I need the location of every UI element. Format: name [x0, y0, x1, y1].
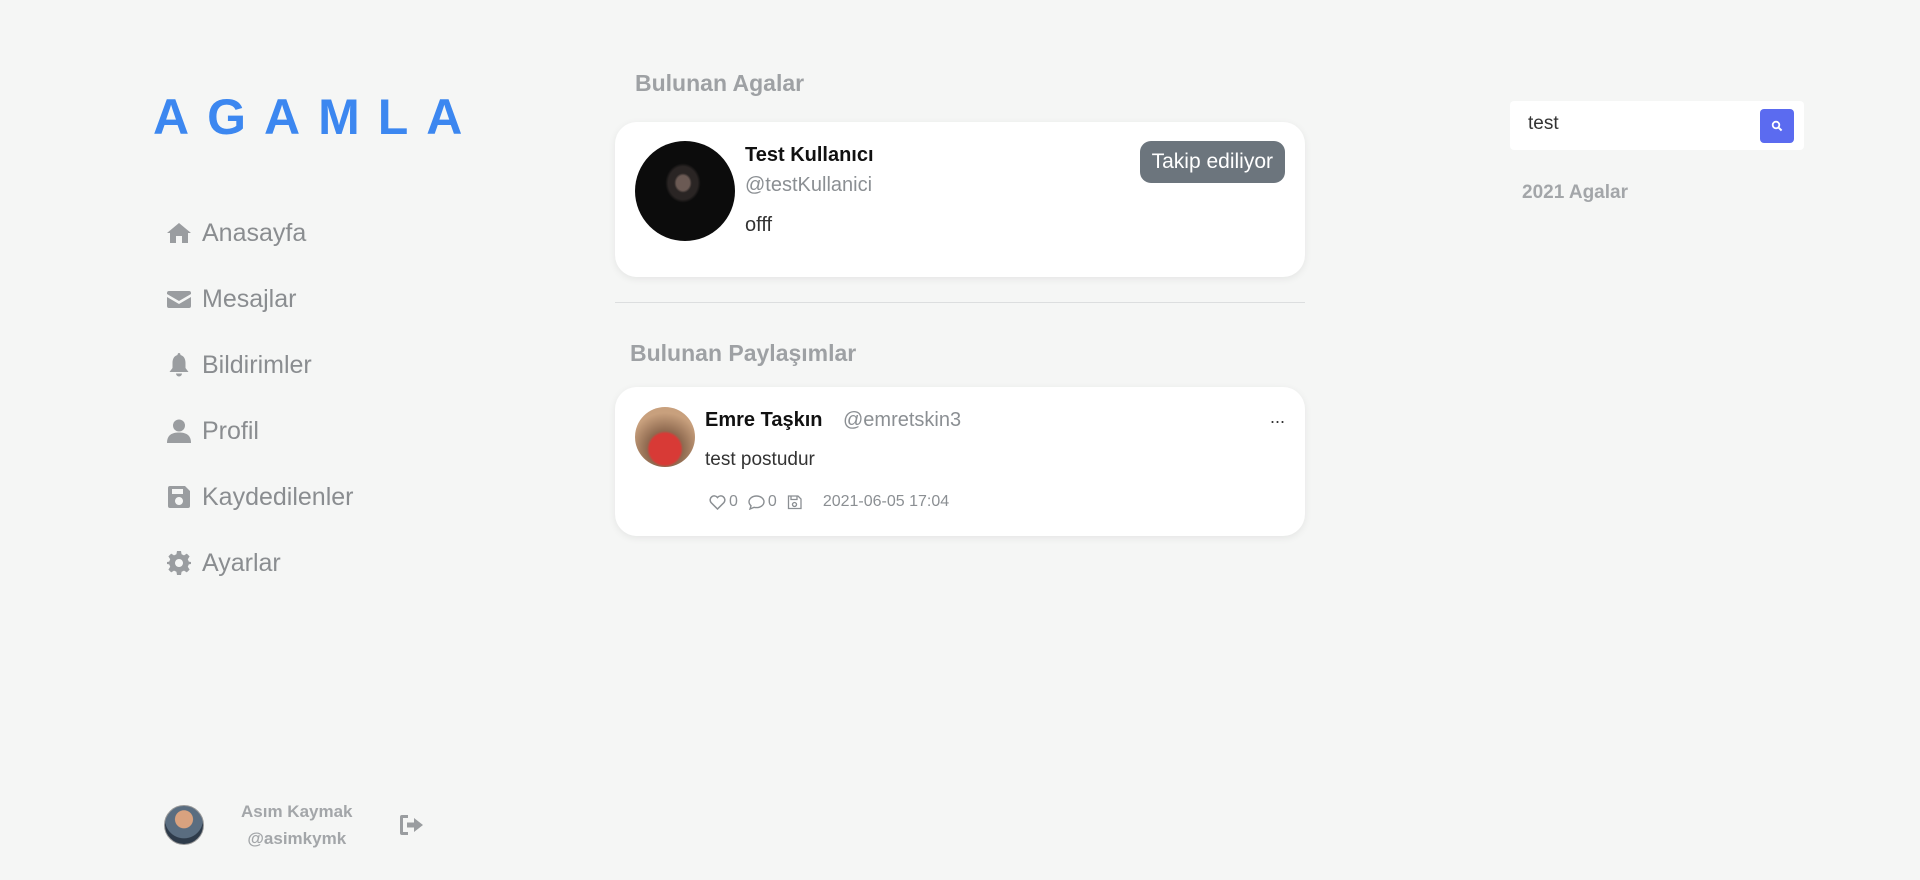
sidebar-item-kaydedilenler[interactable]: Kaydedilenler [164, 464, 354, 530]
comment-icon [748, 494, 765, 510]
search-input[interactable] [1528, 113, 1728, 135]
comment-count: 0 [767, 493, 777, 510]
like-count: 0 [729, 493, 738, 510]
save-icon [164, 482, 194, 512]
sidebar-item-label: Bildirimler [202, 350, 312, 379]
user-icon [164, 416, 194, 446]
logout-icon[interactable] [399, 812, 425, 838]
divider [615, 302, 1305, 303]
avatar[interactable] [635, 141, 735, 241]
post-handle: @emretskin3 [843, 409, 962, 431]
app-logo[interactable]: AGAMLA [153, 88, 480, 146]
current-user-name: Asım Kaymak [241, 802, 353, 821]
sidebar-item-bildirimler[interactable]: Bildirimler [164, 332, 354, 398]
post-text: test postudur [705, 449, 815, 470]
sidebar-item-profil[interactable]: Profil [164, 398, 354, 464]
search-box [1510, 101, 1804, 150]
search-button[interactable] [1760, 109, 1794, 143]
save-icon [787, 494, 802, 509]
sidebar-item-anasayfa[interactable]: Anasayfa [164, 200, 354, 266]
envelope-icon [164, 284, 194, 314]
post-menu-button[interactable]: ... [1270, 407, 1285, 428]
heart-icon [709, 494, 726, 510]
side-heading: 2021 Agalar [1522, 182, 1628, 203]
avatar[interactable] [635, 407, 695, 467]
following-button[interactable]: Takip ediliyor [1139, 141, 1285, 183]
current-user-handle: @asimkymk [247, 829, 347, 848]
posts-section-title: Bulunan Paylaşımlar [630, 340, 857, 366]
sidebar-item-label: Profil [202, 416, 259, 445]
post-result-card[interactable]: Emre Taşkın @emretskin3 ... test postudu… [615, 387, 1305, 536]
agent-handle: @testKullanici [745, 174, 873, 196]
agent-bio: offf [745, 214, 773, 236]
sidebar-item-mesajlar[interactable]: Mesajlar [164, 266, 354, 332]
agents-section-title: Bulunan Agalar [635, 70, 805, 96]
bell-icon [164, 350, 194, 380]
current-user: Asım Kaymak @asimkymk [164, 798, 425, 852]
sidebar-item-label: Anasayfa [202, 218, 307, 247]
sidebar-item-label: Mesajlar [202, 284, 297, 313]
post-date: 2021-06-05 17:04 [822, 493, 950, 510]
gear-icon [164, 548, 194, 578]
sidebar-nav: Anasayfa Mesajlar Bildirimler Profil Kay… [164, 200, 354, 596]
avatar[interactable] [164, 805, 204, 845]
agent-result-card[interactable]: Test Kullanıcı @testKullanici offf Takip… [615, 122, 1305, 277]
current-user-info: Asım Kaymak @asimkymk [241, 798, 353, 852]
home-icon [164, 218, 194, 248]
sidebar-item-ayarlar[interactable]: Ayarlar [164, 530, 354, 596]
post-actions: 0 0 2021-06-05 17:04 [709, 493, 949, 511]
comment-button[interactable]: 0 [748, 493, 777, 511]
sidebar-item-label: Ayarlar [202, 548, 281, 577]
like-button[interactable]: 0 [709, 493, 738, 511]
post-author[interactable]: Emre Taşkın [705, 409, 822, 432]
save-post-button[interactable] [787, 494, 805, 510]
sidebar-item-label: Kaydedilenler [202, 482, 354, 511]
agent-name[interactable]: Test Kullanıcı [745, 144, 874, 167]
search-icon [1771, 120, 1783, 132]
